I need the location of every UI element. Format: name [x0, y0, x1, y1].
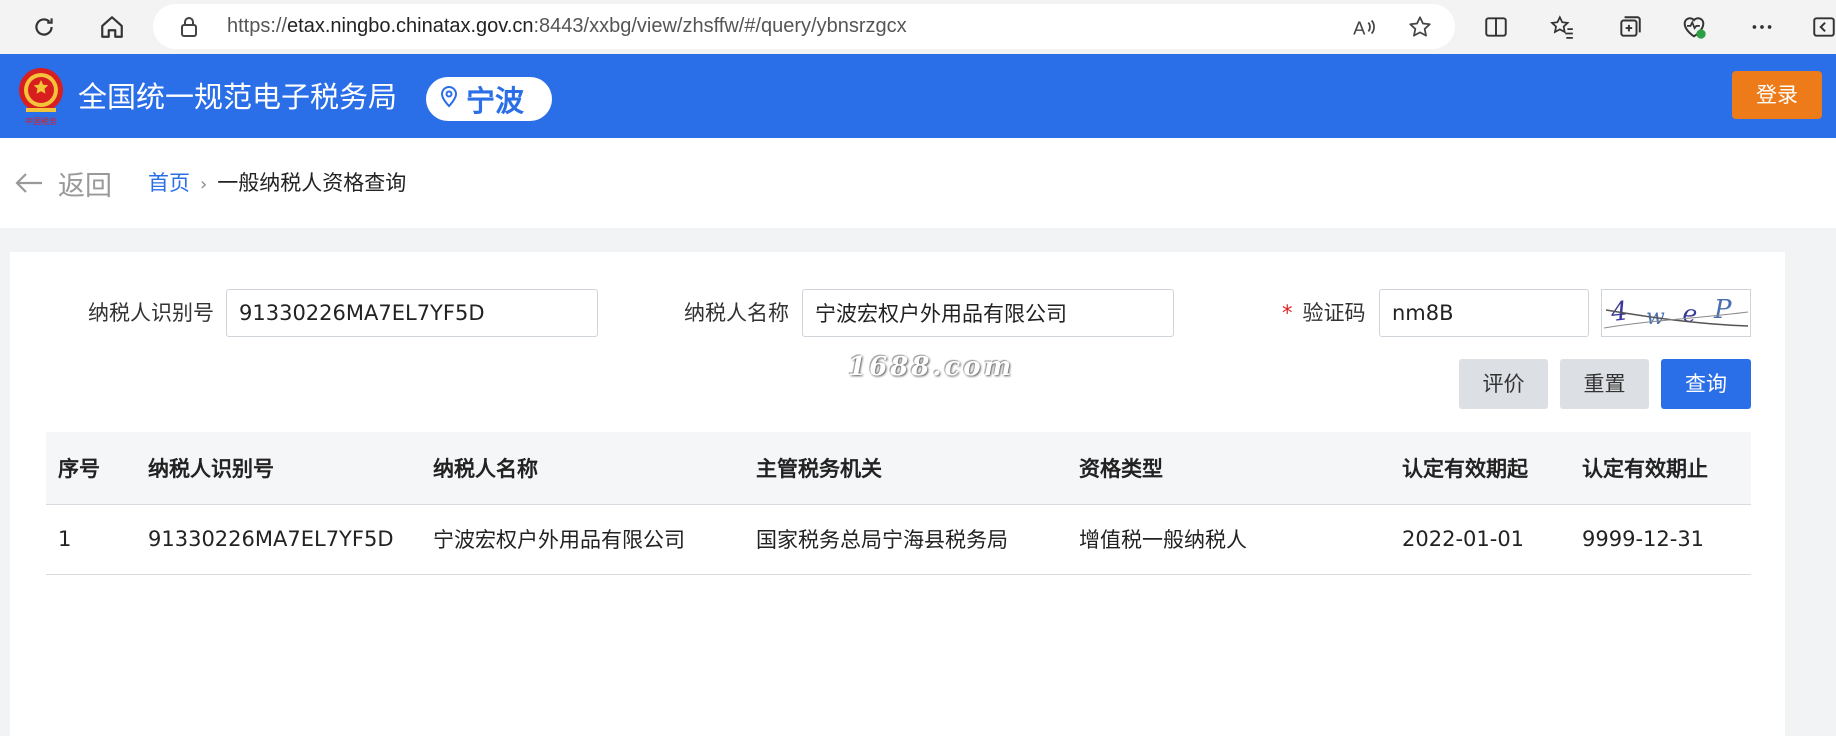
url-prefix: https:// [227, 15, 288, 37]
svg-text:A: A [1353, 18, 1366, 39]
chevron-right-icon: › [200, 174, 208, 195]
column-header: 主管税务机关 [744, 432, 1067, 505]
captcha-input[interactable] [1379, 289, 1589, 337]
watermark: 1688.com [848, 352, 1015, 382]
city-selector[interactable]: 宁波 [426, 77, 552, 121]
table-cell: 增值税一般纳税人 [1067, 504, 1390, 575]
query-panel: 纳税人识别号 纳税人名称 * 验证码 4 w e P 1688.com 评价 重置… [10, 252, 1785, 736]
reset-button[interactable]: 重置 [1560, 359, 1649, 409]
breadcrumb-current: 一般纳税人资格查询 [217, 171, 407, 195]
back-button[interactable]: 返回 [14, 138, 112, 228]
home-icon[interactable] [96, 11, 128, 43]
browser-toolbar: https://etax.ningbo.chinatax.gov.cn:8443… [0, 0, 1836, 54]
captcha-label-text: 验证码 [1302, 301, 1366, 325]
captcha-label: * 验证码 [1282, 289, 1366, 337]
lock-icon[interactable] [179, 15, 199, 43]
column-header: 认定有效期起 [1390, 432, 1570, 505]
back-arrow-icon [15, 173, 42, 193]
captcha-char: P [1713, 295, 1732, 325]
url-host: etax.ningbo.chinatax.gov.cn [287, 15, 534, 37]
table-cell: 1 [46, 504, 136, 575]
table-cell: 国家税务总局宁海县税务局 [744, 504, 1067, 575]
refresh-icon[interactable] [28, 11, 60, 43]
split-screen-icon[interactable] [1480, 11, 1512, 43]
breadcrumb-bar: 返回 首页 › 一般纳税人资格查询 [0, 138, 1836, 228]
query-button[interactable]: 查询 [1661, 359, 1751, 409]
captcha-image[interactable]: 4 w e P [1601, 289, 1751, 337]
column-header: 纳税人识别号 [136, 432, 421, 505]
taxpayer-id-label: 纳税人识别号 [88, 301, 214, 325]
collections-icon[interactable] [1614, 11, 1646, 43]
login-button[interactable]: 登录 [1732, 71, 1822, 119]
favorites-icon[interactable] [1546, 11, 1578, 43]
address-bar[interactable]: https://etax.ningbo.chinatax.gov.cn:8443… [153, 4, 1455, 49]
table-cell: 宁波宏权户外用品有限公司 [421, 504, 744, 575]
taxpayer-name-input[interactable] [802, 289, 1174, 337]
sidebar-toggle-icon[interactable] [1808, 11, 1836, 43]
column-header: 序号 [46, 432, 136, 505]
breadcrumb-home[interactable]: 首页 [148, 171, 190, 195]
site-title: 全国统一规范电子税务局 [78, 80, 398, 114]
column-header: 纳税人名称 [421, 432, 744, 505]
browser-essentials-icon[interactable] [1678, 11, 1710, 43]
location-pin-icon [440, 85, 458, 112]
taxpayer-id-input[interactable] [226, 289, 598, 337]
read-aloud-icon[interactable]: A [1351, 14, 1377, 44]
taxpayer-name-label: 纳税人名称 [684, 301, 789, 325]
national-emblem-logo: 中国税务 [16, 64, 66, 128]
evaluate-button[interactable]: 评价 [1459, 359, 1548, 409]
table-row[interactable]: 1 91330226MA7EL7YF5D 宁波宏权户外用品有限公司 国家税务总局… [46, 504, 1751, 575]
table-cell: 91330226MA7EL7YF5D [136, 504, 421, 575]
table-cell: 2022-01-01 [1390, 504, 1570, 575]
breadcrumb: 首页 › 一般纳税人资格查询 [148, 138, 406, 230]
table-cell: 9999-12-31 [1570, 504, 1751, 575]
back-label: 返回 [58, 170, 112, 202]
url-text: https://etax.ningbo.chinatax.gov.cn:8443… [227, 4, 907, 49]
svg-text:中国税务: 中国税务 [25, 116, 57, 126]
column-header: 资格类型 [1067, 432, 1390, 505]
captcha-char: e [1681, 299, 1699, 329]
required-mark: * [1282, 301, 1293, 325]
favorite-star-icon[interactable] [1407, 14, 1433, 44]
more-options-icon[interactable] [1746, 11, 1778, 43]
results-table: 序号 纳税人识别号 纳税人名称 主管税务机关 资格类型 认定有效期起 认定有效期… [46, 432, 1751, 575]
table-header-row: 序号 纳税人识别号 纳税人名称 主管税务机关 资格类型 认定有效期起 认定有效期… [46, 432, 1751, 505]
url-path: :8443/xxbg/view/zhsffw/#/query/ybnsrzgcx [533, 15, 907, 37]
column-header: 认定有效期止 [1570, 432, 1751, 505]
city-name: 宁波 [466, 84, 525, 118]
site-header: 中国税务 全国统一规范电子税务局 宁波 登录 [0, 54, 1836, 138]
